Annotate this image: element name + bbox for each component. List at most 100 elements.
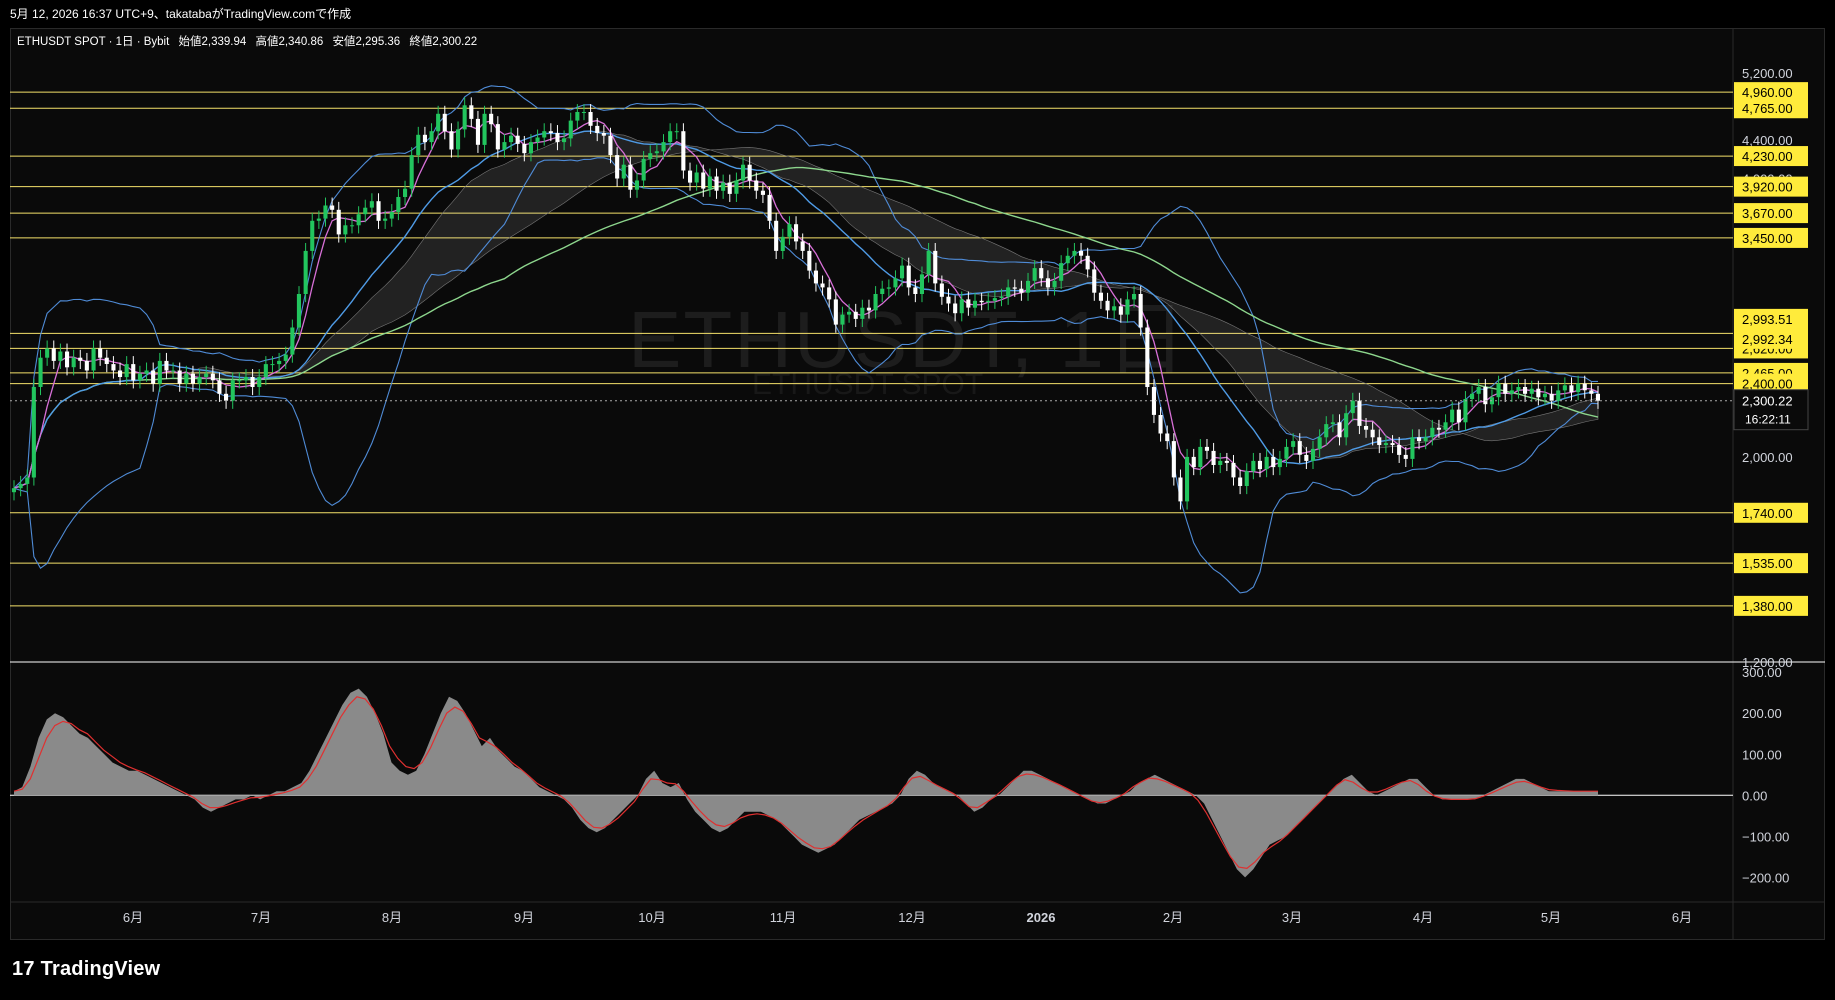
candle-body	[986, 300, 991, 303]
candle-body	[840, 314, 845, 325]
candle-body	[396, 197, 401, 212]
candle-body	[933, 250, 938, 284]
legend-symbol: ETHUSDT SPOT · 1日 · Bybit	[17, 36, 170, 48]
candle-body	[813, 270, 818, 284]
candle-body	[694, 172, 699, 183]
candle-body	[1317, 437, 1322, 449]
level-tag-label: 1,535.00	[1742, 556, 1793, 571]
legend-open: 2,339.94	[201, 36, 247, 48]
candle-body	[1224, 460, 1229, 463]
candle-body	[1569, 385, 1574, 393]
candle-body	[1204, 446, 1209, 451]
level-tag-label: 4,230.00	[1742, 149, 1793, 164]
candle-body	[1257, 460, 1262, 470]
candle-body	[1556, 390, 1561, 401]
time-axis-label: 10月	[638, 910, 665, 925]
candle-body	[1291, 441, 1296, 447]
candle-body	[1595, 393, 1600, 401]
candle-body	[1118, 306, 1123, 315]
candle-body	[137, 373, 142, 381]
candle-body	[1516, 387, 1521, 391]
candle-body	[853, 311, 858, 319]
candle-body	[144, 370, 149, 374]
candle-body	[224, 393, 229, 401]
candle-body	[1529, 388, 1534, 394]
candle-body	[972, 300, 977, 308]
candle-body	[1509, 390, 1514, 394]
candle-body	[84, 360, 89, 371]
candle-body	[389, 212, 394, 219]
candle-body	[1330, 422, 1335, 425]
candle-body	[1562, 385, 1567, 391]
candle-body	[71, 357, 76, 368]
price-tick-label: 4,400.00	[1742, 133, 1793, 148]
candle-body	[747, 164, 752, 181]
candle-body	[1065, 255, 1070, 264]
tradingview-logo-text: TradingView	[40, 958, 161, 980]
time-axis-label: 4月	[1413, 910, 1433, 925]
candle-body	[953, 303, 958, 314]
candle-body	[827, 287, 832, 300]
candle-body	[1039, 268, 1044, 279]
candle-body	[1277, 458, 1282, 468]
candle-body	[502, 142, 507, 150]
candle-body	[648, 153, 653, 159]
candle-body	[184, 373, 189, 384]
candle-body	[270, 364, 275, 366]
candle-body	[190, 373, 195, 384]
tradingview-logo[interactable]: 17 TradingView	[12, 958, 160, 981]
candle-body	[1264, 456, 1269, 470]
candle-body	[1503, 383, 1508, 394]
candle-body	[886, 287, 891, 289]
candle-body	[1357, 400, 1362, 426]
level-tag-label: 1,380.00	[1742, 599, 1793, 614]
candle-body	[866, 307, 871, 311]
candle-body	[588, 112, 593, 126]
time-axis-label: 7月	[251, 910, 271, 925]
time-axis-label: 8月	[382, 910, 402, 925]
candle-body	[316, 218, 321, 221]
candle-body	[1105, 300, 1110, 311]
candle-body	[535, 137, 540, 143]
candle-body	[913, 287, 918, 294]
candle-body	[1397, 445, 1402, 455]
candle-body	[422, 134, 427, 143]
candle-body	[509, 135, 514, 143]
candle-body	[1198, 446, 1203, 467]
legend-close: 2,300.22	[432, 36, 478, 48]
candle-body	[1092, 269, 1097, 293]
candle-body	[230, 380, 235, 401]
candle-body	[204, 373, 209, 377]
candle-body	[1185, 456, 1190, 502]
candle-body	[1079, 250, 1084, 256]
candle-body	[1191, 456, 1196, 468]
candle-body	[919, 274, 924, 294]
candle-body	[1019, 288, 1024, 293]
macd-tick-label: −200.00	[1742, 870, 1789, 885]
candle-body	[45, 348, 50, 358]
level-tag-label: 4,765.00	[1742, 101, 1793, 116]
candle-body	[257, 377, 262, 387]
candle-body	[1059, 263, 1064, 281]
candle-body	[959, 299, 964, 314]
candle-body	[118, 370, 123, 377]
candle-body	[522, 143, 527, 154]
candle-body	[296, 294, 301, 328]
candle-body	[1417, 437, 1422, 442]
level-tag-label: 4,960.00	[1742, 85, 1793, 100]
candle-body	[634, 180, 639, 190]
candle-body	[1337, 422, 1342, 438]
candle-body	[1523, 387, 1528, 394]
candle-body	[1085, 255, 1090, 270]
candle-body	[1158, 415, 1163, 434]
candle-body	[1026, 280, 1031, 293]
price-chart[interactable]: 5,200.004,400.004,000.002,000.001,200.00…	[0, 0, 1835, 940]
time-axis-label: 6月	[123, 910, 143, 925]
legend-high-label: 高値	[255, 36, 279, 48]
candle-body	[1430, 427, 1435, 438]
candle-body	[1006, 287, 1011, 297]
candle-body	[330, 205, 335, 210]
candle-body	[495, 124, 500, 150]
candle-body	[1483, 387, 1488, 405]
macd-tick-label: −100.00	[1742, 829, 1789, 844]
